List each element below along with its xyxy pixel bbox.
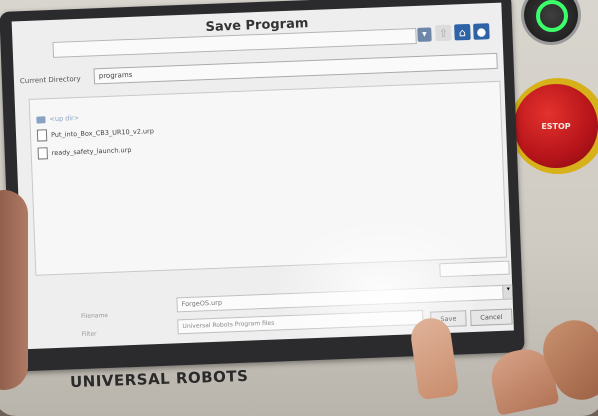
list-item-label: <up dir> [49, 113, 80, 124]
folder-up-icon: ⇧ [438, 26, 449, 40]
chevron-down-icon: ▾ [506, 285, 510, 293]
list-item-label: ready_safety_launch.urp [51, 145, 132, 158]
path-field[interactable] [439, 260, 510, 278]
folder-up-icon [36, 115, 46, 124]
screen-bezel: Save Program ▾ ⇧ ⌂ ● Current Directory p… [0, 0, 525, 372]
estop-label: ESTOP [541, 121, 571, 131]
file-icon [36, 129, 48, 142]
location-dropdown-button[interactable]: ▾ [417, 27, 432, 42]
file-icon [37, 147, 48, 160]
save-program-dialog: Save Program ▾ ⇧ ⌂ ● Current Directory p… [11, 2, 514, 350]
new-folder-button[interactable]: ● [473, 23, 490, 40]
list-item-label: Put_into_Box_CB3_UR10_v2.urp [50, 127, 155, 140]
filetype-field[interactable]: Universal Robots Program files [177, 309, 424, 335]
home-icon: ⌂ [458, 25, 467, 39]
chevron-down-icon: ▾ [421, 29, 427, 40]
current-directory-label: Current Directory [19, 74, 81, 86]
list-item-up-dir[interactable]: <up dir> [36, 112, 79, 126]
home-button[interactable]: ⌂ [454, 23, 471, 41]
cancel-button[interactable]: Cancel [470, 308, 513, 327]
filename-label: Filename [80, 312, 109, 321]
file-list[interactable]: <up dir> Put_into_Box_CB3_UR10_v2.urp re… [28, 80, 508, 276]
list-item[interactable]: Put_into_Box_CB3_UR10_v2.urp [36, 125, 155, 142]
folder-up-button[interactable]: ⇧ [435, 24, 452, 42]
new-folder-icon: ● [476, 24, 487, 39]
filename-dropdown-button[interactable]: ▾ [502, 284, 514, 300]
estop-button[interactable]: ESTOP [514, 84, 598, 168]
filetype-label: Filter [81, 330, 97, 339]
current-directory-field[interactable]: programs [93, 52, 498, 85]
list-item[interactable]: ready_safety_launch.urp [37, 144, 132, 160]
filename-field[interactable]: ForgeOS.urp [176, 284, 505, 313]
left-hand [0, 190, 28, 390]
